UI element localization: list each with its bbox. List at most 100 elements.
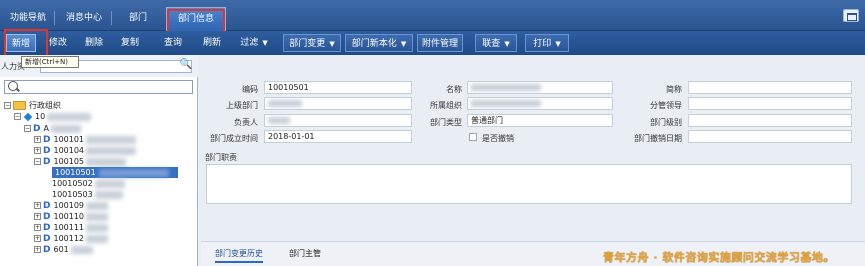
owner-label: 负责人: [234, 118, 258, 127]
tree-node-label: 10010503: [52, 190, 93, 199]
dept-icon: D: [43, 157, 51, 167]
redacted-text: [86, 201, 109, 210]
dept-type-label: 部门类型: [430, 118, 462, 127]
dept-icon: D: [43, 245, 51, 255]
dept-type-field[interactable]: 普通部门: [467, 114, 613, 127]
tab-divider: [54, 11, 55, 25]
tree-node-selected[interactable]: 10010501: [52, 167, 178, 178]
filter-button[interactable]: 过滤 ▼: [236, 34, 272, 52]
attachments-button[interactable]: 附件管理: [417, 34, 463, 52]
code-label: 编码: [242, 85, 258, 94]
tree-node-label: 100104: [53, 146, 85, 155]
name-label: 名称: [446, 85, 462, 94]
dept-localize-button[interactable]: 部门新本化 ▼: [345, 34, 413, 52]
name-field[interactable]: [467, 81, 613, 94]
dept-level-field[interactable]: [688, 114, 852, 127]
revoke-date-field[interactable]: [688, 130, 852, 143]
chevron-down-icon: ▼: [262, 39, 268, 47]
revoked-label: 是否撤销: [482, 134, 514, 143]
expand-icon[interactable]: +: [34, 213, 41, 220]
print-label: 打印: [533, 39, 552, 49]
redacted-text: [471, 100, 541, 107]
link-query-button[interactable]: 联查 ▼: [475, 34, 517, 52]
tree-node-label: 10010502: [52, 179, 93, 188]
edit-button[interactable]: 修改: [44, 34, 72, 52]
redacted-text: [86, 157, 127, 166]
expand-icon[interactable]: +: [34, 224, 41, 231]
redacted-text: [268, 100, 302, 107]
redacted-text: [94, 179, 125, 188]
org-label: 所属组织: [430, 101, 462, 110]
expand-icon[interactable]: +: [34, 202, 41, 209]
tree-node[interactable]: + D 100104: [34, 145, 137, 156]
add-button[interactable]: 新增: [4, 29, 48, 58]
chevron-down-icon: ▼: [400, 40, 407, 48]
search-icon[interactable]: 🔍: [180, 59, 192, 70]
tab-dept-change-history[interactable]: 部门变更历史: [215, 248, 263, 263]
expand-icon[interactable]: +: [34, 235, 41, 242]
tab-department[interactable]: 部门: [118, 9, 158, 27]
collapse-icon[interactable]: −: [14, 113, 21, 120]
tree-node[interactable]: + D 100111: [34, 222, 109, 233]
redacted-text: [50, 124, 81, 133]
tree-search-input[interactable]: [4, 80, 193, 94]
collapse-icon[interactable]: −: [4, 102, 11, 109]
collapse-icon[interactable]: −: [24, 125, 31, 132]
tree-root[interactable]: − 行政组织: [4, 100, 61, 111]
chevron-down-icon: ▼: [329, 40, 335, 48]
refresh-button[interactable]: 刷新: [198, 34, 226, 52]
chevron-down-icon: ▼: [504, 40, 510, 48]
short-name-field[interactable]: [688, 81, 852, 94]
expand-icon[interactable]: +: [34, 136, 41, 143]
established-date-label: 部门成立时间: [210, 134, 258, 143]
tree-node[interactable]: − D A: [24, 123, 81, 134]
tree-node-label: 10010501: [55, 168, 96, 177]
tree-node-label: 100110: [53, 212, 85, 221]
leader-field[interactable]: [688, 97, 852, 110]
revoked-checkbox[interactable]: [469, 133, 477, 141]
chevron-down-icon: ▼: [555, 40, 561, 48]
copy-button[interactable]: 复制: [116, 34, 144, 52]
tree-node-label: 100111: [53, 223, 85, 232]
query-button[interactable]: 查询: [158, 34, 188, 52]
tree-node[interactable]: + D 100101: [34, 134, 137, 145]
tab-dept-supervisor[interactable]: 部门主管: [289, 248, 321, 259]
tab-function-nav[interactable]: 功能导航: [4, 9, 52, 27]
collapse-icon[interactable]: −: [34, 158, 41, 165]
redacted-text: [471, 84, 541, 91]
tree-node-label: 100105: [53, 157, 85, 166]
short-name-label: 简称: [666, 85, 682, 94]
org-field[interactable]: [467, 97, 613, 110]
redacted-text: [86, 135, 137, 144]
delete-button[interactable]: 删除: [80, 34, 108, 52]
tree-node-label: 100109: [53, 201, 85, 210]
tab-department-info[interactable]: 部门信息: [166, 7, 226, 33]
dept-change-label: 部门变更: [289, 39, 326, 49]
expand-icon[interactable]: +: [34, 246, 41, 253]
folder-icon: [13, 101, 26, 110]
established-date-field[interactable]: 2018-01-01: [264, 130, 412, 143]
tree-node-label: 10: [35, 112, 46, 121]
tree-node-label: 100101: [53, 135, 85, 144]
parent-dept-field[interactable]: [264, 97, 412, 110]
tree-node[interactable]: + D 100109: [34, 200, 109, 211]
duty-textarea[interactable]: [206, 164, 852, 204]
dept-change-button[interactable]: 部门变更 ▼: [283, 34, 341, 52]
tree-node[interactable]: + D 100110: [34, 211, 109, 222]
tree-node[interactable]: − D 100105: [34, 156, 127, 167]
tree-node[interactable]: + D 100112: [34, 233, 109, 244]
org-tree-panel: 人力资 🔍 − 行政组织 −10 − D A + D 100101 + D 100104 − D…: [0, 55, 198, 266]
tree-node[interactable]: + D 601: [34, 244, 93, 255]
expand-icon[interactable]: +: [34, 147, 41, 154]
redacted-text: [70, 245, 93, 254]
tab-message-center[interactable]: 消息中心: [60, 9, 108, 27]
tree-node[interactable]: − 10: [14, 111, 92, 122]
window-restore-icon[interactable]: [843, 9, 859, 22]
code-field[interactable]: 10010501: [264, 81, 412, 94]
owner-field[interactable]: [264, 114, 412, 127]
tab-divider: [111, 11, 112, 25]
tree-node-label: 100112: [53, 234, 85, 243]
tree-node[interactable]: 10010503: [52, 189, 123, 200]
print-button[interactable]: 打印 ▼: [525, 34, 569, 52]
tree-node[interactable]: 10010502: [52, 178, 125, 189]
